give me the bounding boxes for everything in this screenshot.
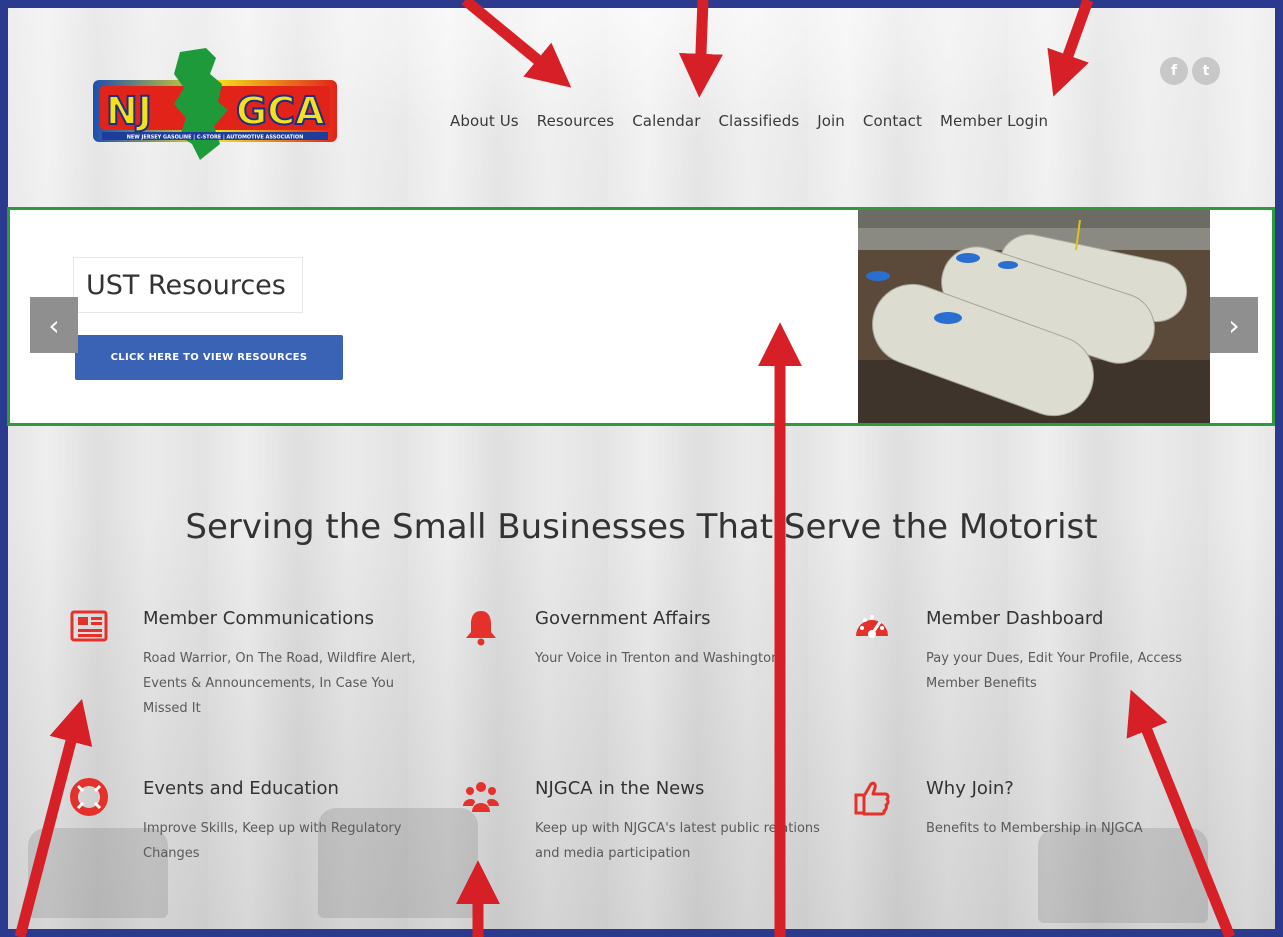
feature-description: Benefits to Membership in NJGCA	[926, 821, 1143, 836]
feature-description: Improve Skills, Keep up with Regulatory …	[143, 821, 402, 861]
nav-calendar[interactable]: Calendar	[632, 112, 700, 130]
life-ring-icon	[70, 778, 108, 816]
background-car	[1038, 828, 1208, 923]
view-resources-button[interactable]: CLICK HERE TO VIEW RESOURCES	[75, 335, 343, 380]
thumbs-up-icon	[854, 781, 890, 816]
slide-title: UST Resources	[73, 257, 303, 313]
feature-description: Road Warrior, On The Road, Wildfire Aler…	[143, 651, 416, 716]
nav-member-login[interactable]: Member Login	[940, 112, 1048, 130]
nav-contact[interactable]: Contact	[863, 112, 922, 130]
feature-description: Your Voice in Trenton and Washington	[535, 651, 780, 666]
feature-title: NJGCA in the News	[535, 778, 705, 799]
feature-title: Member Dashboard	[926, 608, 1104, 629]
nav-resources[interactable]: Resources	[537, 112, 615, 130]
logo-gca-text: GCA	[236, 89, 325, 133]
chevron-right-icon: ›	[1228, 308, 1240, 342]
social-links: f t	[1160, 57, 1220, 85]
nav-about-us[interactable]: About Us	[450, 112, 519, 130]
feature-title: Member Communications	[143, 608, 375, 629]
logo-nj-text: NJ	[106, 89, 152, 133]
hero-slider: UST Resources CLICK HERE TO VIEW RESOURC…	[7, 207, 1275, 426]
facebook-icon[interactable]: f	[1160, 57, 1188, 85]
dashboard-icon	[856, 615, 888, 638]
users-icon	[463, 782, 499, 812]
feature-title: Government Affairs	[535, 608, 711, 629]
slider-prev-button[interactable]: ‹	[30, 297, 78, 353]
newspaper-icon	[70, 610, 108, 642]
chevron-left-icon: ‹	[48, 308, 60, 342]
feature-title: Why Join?	[926, 778, 1014, 799]
slide-image-storage-tanks	[858, 210, 1210, 423]
slider-next-button[interactable]: ›	[1210, 297, 1258, 353]
njgca-logo[interactable]: NJ GCA NEW JERSEY GASOLINE | C-STORE | A…	[88, 44, 338, 162]
bell-icon	[466, 611, 496, 646]
logo-subtext: NEW JERSEY GASOLINE | C-STORE | AUTOMOTI…	[127, 135, 304, 141]
nav-join[interactable]: Join	[817, 112, 845, 130]
nav-classifieds[interactable]: Classifieds	[718, 112, 799, 130]
main-nav: About Us Resources Calendar Classifieds …	[450, 112, 1066, 130]
feature-title: Events and Education	[143, 778, 339, 799]
twitter-icon[interactable]: t	[1192, 57, 1220, 85]
feature-description: Pay your Dues, Edit Your Profile, Access…	[926, 651, 1183, 691]
feature-description: Keep up with NJGCA's latest public relat…	[535, 821, 820, 861]
tagline: Serving the Small Businesses That Serve …	[185, 507, 1098, 547]
